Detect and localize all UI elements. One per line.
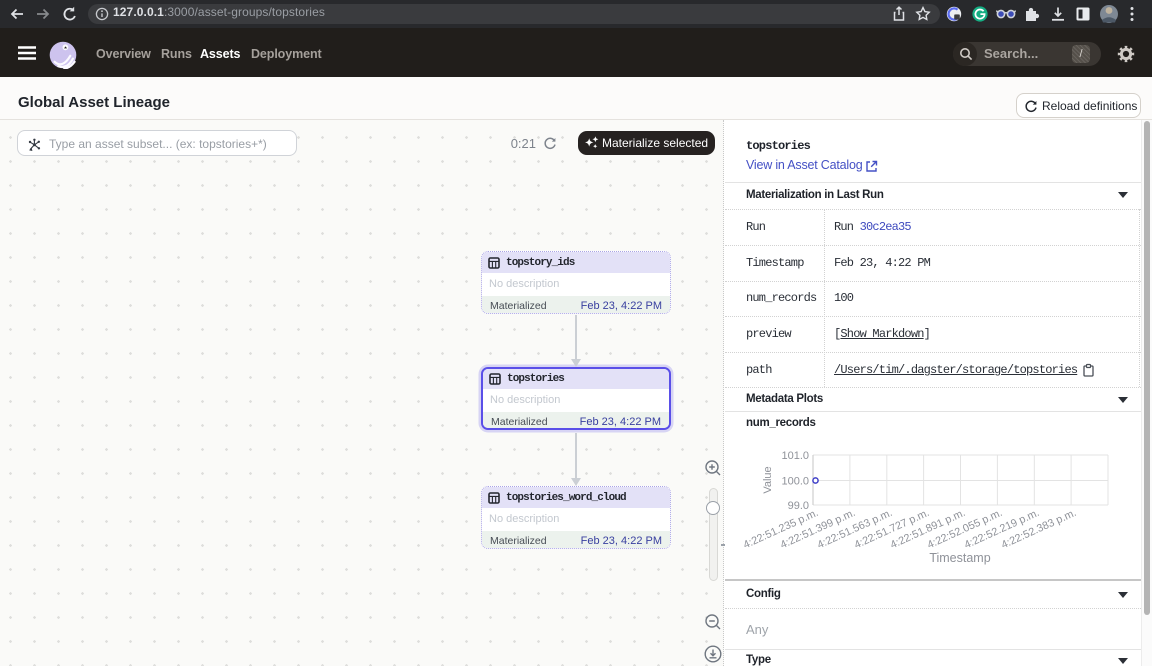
svg-text:Value: Value — [762, 466, 774, 493]
svg-text:Timestamp: Timestamp — [929, 551, 990, 565]
svg-text:101.0: 101.0 — [781, 450, 809, 462]
svg-text:100.0: 100.0 — [781, 476, 809, 488]
